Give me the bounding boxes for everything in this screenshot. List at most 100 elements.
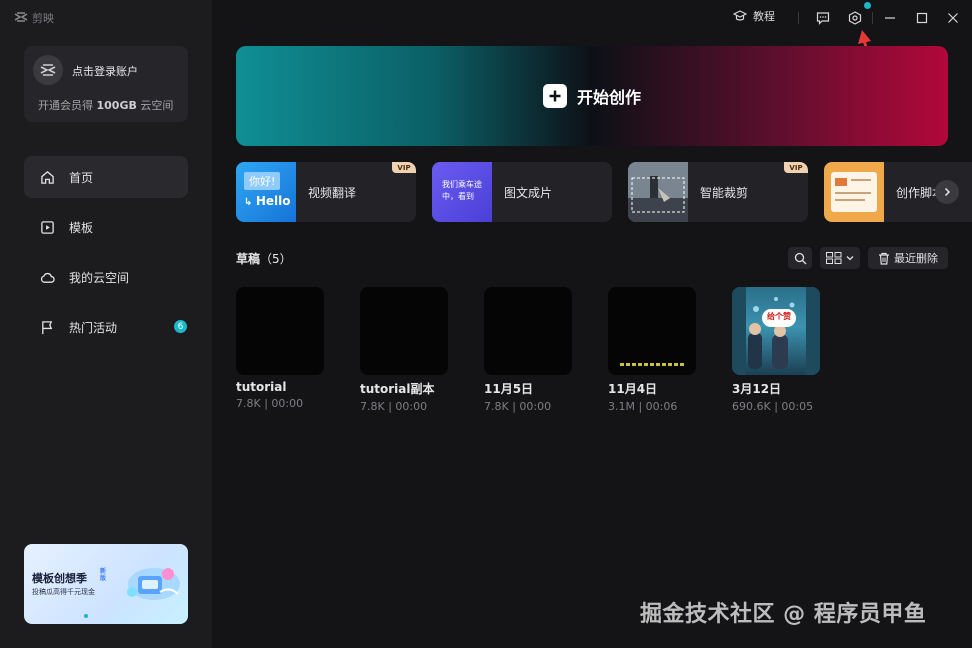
chevron-right-icon — [944, 187, 951, 197]
video-translate-thumbnail: 你好! ↳ Hello — [236, 162, 296, 222]
promo-illustration-icon — [127, 568, 180, 600]
tool-smart-crop[interactable]: 智能裁剪 VIP — [628, 162, 808, 222]
capcut-logo-icon — [14, 11, 28, 25]
tool-video-translate[interactable]: 你好! ↳ Hello 视频翻译 VIP — [236, 162, 416, 222]
drafts-heading: 草稿（5） — [236, 250, 292, 267]
promo-tag: 新版 — [100, 568, 106, 582]
tool-label: 图文成片 — [504, 186, 553, 200]
tools-scroll-right-button[interactable] — [935, 180, 959, 204]
minimize-button[interactable] — [882, 10, 898, 26]
promo-subtitle: 投稿瓜高得千元现金 — [32, 588, 95, 596]
cloud-icon — [40, 272, 55, 283]
thumb-text-english: ↳ Hello — [244, 194, 291, 208]
vip-badge: VIP — [784, 162, 808, 173]
draft-card[interactable]: 11月4日 3.1M | 00:06 — [608, 287, 698, 413]
draft-thumbnail[interactable] — [236, 287, 324, 375]
promo-title: 模板创想季 — [32, 572, 87, 585]
promo-tag-line: 新 — [100, 568, 107, 575]
topbar-divider — [872, 12, 873, 24]
close-button[interactable] — [945, 10, 961, 26]
watermark: 掘金技术社区 @ 程序员甲鱼 — [640, 602, 927, 627]
chevron-down-icon — [846, 256, 854, 261]
view-mode-dropdown[interactable] — [820, 247, 860, 269]
search-drafts-button[interactable] — [788, 247, 812, 269]
plus-icon — [542, 84, 567, 108]
draft-card[interactable]: tutorial 7.8K | 00:00 — [236, 287, 326, 410]
start-creating-label: 开始创作 — [576, 88, 641, 107]
vip-promo-text[interactable]: 开通会员得 100GB 云空间 — [38, 97, 173, 113]
recent-deleted-label: 最近删除 — [894, 252, 938, 265]
aquarium-photo-icon — [732, 287, 820, 375]
sidebar-item-home[interactable]: 首页 — [24, 156, 188, 198]
thumb-text-line: 中，看到 — [442, 192, 474, 201]
drafts-title: 草稿 — [236, 252, 261, 266]
settings-notification-dot — [864, 2, 871, 9]
script-doc-icon — [831, 172, 877, 212]
account-card[interactable]: 点击登录账户 开通会员得 100GB 云空间 — [24, 46, 188, 122]
carousel-dot[interactable] — [84, 614, 88, 618]
draft-thumbnail[interactable]: 给个赞 — [732, 287, 820, 375]
home-icon — [41, 170, 54, 184]
text-to-video-thumbnail: 我们乘车途中，看到 — [432, 162, 492, 222]
tool-label: 智能裁剪 — [700, 186, 749, 200]
draft-thumbnail[interactable] — [608, 287, 696, 375]
events-count-badge: 6 — [174, 320, 187, 333]
graduation-cap-icon — [733, 10, 747, 21]
draft-thumbnail[interactable] — [484, 287, 572, 375]
sidebar: 剪映 点击登录账户 开通会员得 100GB 云空间 首页 模板 我的云空间 热门… — [0, 0, 212, 648]
vip-prefix: 开通会员得 — [38, 99, 97, 112]
draft-name: 11月5日 — [484, 382, 534, 396]
search-icon — [794, 252, 806, 264]
template-icon — [41, 220, 54, 234]
drafts-count: （5） — [260, 252, 292, 266]
tutorial-button[interactable]: 教程 — [733, 8, 775, 24]
thumb-sign-text: 给个赞 — [767, 312, 791, 321]
draft-thumbnail[interactable] — [360, 287, 448, 375]
thumb-text: 我们乘车途中，看到 — [442, 179, 482, 203]
sidebar-item-label: 热门活动 — [69, 320, 118, 335]
draft-name: 3月12日 — [732, 382, 782, 396]
sidebar-item-label: 我的云空间 — [69, 270, 130, 285]
draft-card[interactable]: 给个赞 3月12日 690.6K | 00:05 — [732, 287, 822, 413]
grid-view-icon — [826, 252, 842, 264]
avatar[interactable] — [33, 55, 63, 85]
tool-label: 视频翻译 — [308, 186, 357, 200]
trash-icon — [879, 252, 889, 265]
login-link[interactable]: 点击登录账户 — [72, 63, 138, 79]
return-arrow-icon: ↳ — [244, 197, 256, 208]
script-thumbnail — [824, 162, 884, 222]
draft-card[interactable]: 11月5日 7.8K | 00:00 — [484, 287, 574, 413]
draft-meta: 7.8K | 00:00 — [484, 400, 552, 413]
sidebar-item-templates[interactable]: 模板 — [24, 206, 188, 248]
sidebar-item-events[interactable]: 热门活动 6 — [24, 306, 188, 348]
app-name: 剪映 — [32, 12, 54, 25]
tool-text-to-video[interactable]: 我们乘车途中，看到 图文成片 — [432, 162, 612, 222]
sidebar-item-cloud[interactable]: 我的云空间 — [24, 256, 188, 298]
draft-name: tutorial — [236, 380, 287, 394]
start-creating-button[interactable]: 开始创作 — [236, 46, 948, 146]
promo-banner[interactable]: 模板创想季 新版 投稿瓜高得千元现金 — [24, 544, 188, 624]
smart-crop-thumbnail — [628, 162, 688, 222]
promo-tag-line: 版 — [100, 575, 107, 582]
draft-name: 11月4日 — [608, 382, 658, 396]
feedback-button[interactable] — [815, 10, 831, 26]
crop-preview-icon — [628, 162, 688, 222]
minimize-icon — [885, 17, 895, 19]
topbar-divider — [798, 12, 799, 24]
maximize-button[interactable] — [914, 10, 930, 26]
draft-meta: 7.8K | 00:00 — [236, 397, 304, 410]
vip-badge: VIP — [392, 162, 416, 173]
draft-card[interactable]: tutorial副本 7.8K | 00:00 — [360, 287, 450, 413]
draft-meta: 7.8K | 00:00 — [360, 400, 428, 413]
close-icon — [948, 13, 958, 23]
maximize-icon — [916, 12, 928, 24]
thumb-text-english-label: Hello — [255, 194, 291, 208]
draft-name: tutorial副本 — [360, 382, 435, 396]
vip-suffix: 云空间 — [136, 99, 174, 112]
sidebar-item-label: 模板 — [69, 220, 94, 235]
message-icon — [816, 12, 830, 25]
recent-deleted-button[interactable]: 最近删除 — [868, 247, 948, 269]
settings-button[interactable] — [847, 10, 863, 26]
subtitle-strip-icon — [620, 363, 686, 366]
thumb-text-line: 我们乘车途 — [442, 180, 482, 189]
